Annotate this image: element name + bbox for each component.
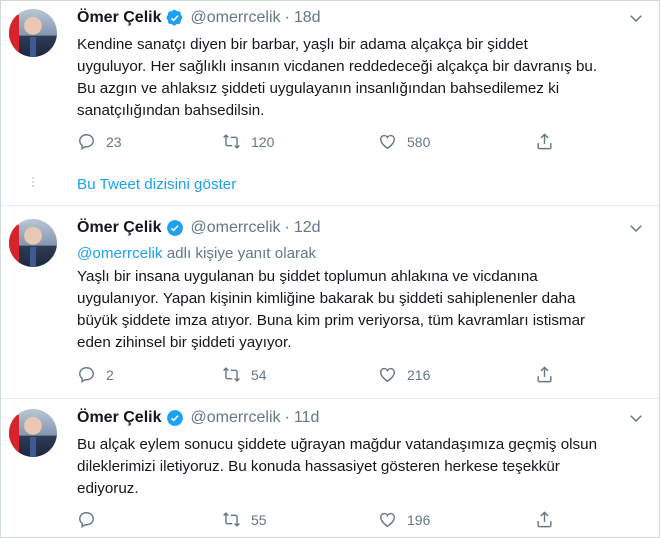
like-button[interactable]: 196 <box>378 510 430 529</box>
avatar[interactable] <box>9 9 57 57</box>
share-button[interactable] <box>535 365 554 384</box>
author-name[interactable]: Ömer Çelik <box>77 409 161 427</box>
reply-button[interactable]: 2 <box>77 365 114 384</box>
heart-icon <box>380 134 395 150</box>
show-thread-link[interactable]: Bu Tweet dizisini göster <box>77 176 236 193</box>
author-name[interactable]: Ömer Çelik <box>77 9 161 27</box>
like-count: 580 <box>407 133 431 150</box>
reply-context-text: adlı kişiye yanıt olarak <box>166 245 317 262</box>
verified-badge-icon <box>167 220 184 236</box>
tweet-text-line: Bu azgın ve ahlaksız şiddeti uygulayanın… <box>77 80 560 97</box>
tweet-text-line: ediyoruz. <box>77 480 139 497</box>
avatar[interactable] <box>9 409 57 457</box>
heart-icon <box>380 512 395 528</box>
tie-decoration <box>30 437 36 457</box>
chevron-down-icon[interactable] <box>627 9 645 27</box>
thread-dots <box>31 175 35 189</box>
share-icon <box>537 511 552 528</box>
tweet-text-line: büyük şiddete imza atıyor. Buna kim prim… <box>77 312 586 329</box>
like-button[interactable]: 580 <box>378 132 430 151</box>
verified-badge-icon <box>166 9 183 26</box>
author-handle[interactable]: @omerrcelik <box>190 9 280 27</box>
like-button[interactable]: 216 <box>378 365 430 384</box>
chevron-down-icon[interactable] <box>627 409 645 427</box>
retweet-icon <box>223 134 240 149</box>
avatar[interactable] <box>9 219 57 267</box>
tweet-text: Kendine sanatçı diyen bir barbar, yaşlı … <box>77 34 647 122</box>
separator-dot: · <box>284 9 290 26</box>
reply-context: @omerrcelik adlı kişiye yanıt olarak <box>77 243 316 265</box>
tweet-actions: 23 120 580 <box>77 132 577 154</box>
reply-icon <box>79 512 94 528</box>
tweet-text-line: eden zihinsel bir şiddeti yayıyor. <box>77 334 292 351</box>
retweet-count: 120 <box>251 133 275 150</box>
like-count: 216 <box>407 366 431 383</box>
like-count: 196 <box>407 511 431 528</box>
reply-icon <box>79 367 94 383</box>
tweet-actions: 2 54 216 <box>77 365 577 387</box>
tweet-text-line: uygulanıyor. Yapan kişinin kimliğine bak… <box>77 290 576 307</box>
author-handle[interactable]: @omerrcelik <box>190 219 280 237</box>
tweet-text-line: Kendine sanatçı diyen bir barbar, yaşlı … <box>77 36 528 53</box>
tweet-time[interactable]: 12d <box>294 219 321 237</box>
retweet-button[interactable]: 55 <box>222 510 267 529</box>
separator-dot: · <box>284 219 290 236</box>
tweet-text-line: sanatçılığından bahsedilsin. <box>77 102 265 119</box>
reply-button[interactable]: 23 <box>77 132 122 151</box>
author-handle[interactable]: @omerrcelik <box>190 409 280 427</box>
retweet-icon <box>223 367 240 382</box>
tweet-header: Ömer Çelik @omerrcelik · 11d <box>77 407 319 429</box>
reply-button[interactable] <box>77 510 96 529</box>
reply-icon <box>79 134 94 150</box>
tweet-header: Ömer Çelik @omerrcelik · 18d <box>77 7 321 29</box>
share-button[interactable] <box>535 510 554 529</box>
tweet-text: Bu alçak eylem sonucu şiddete uğrayan ma… <box>77 434 647 500</box>
share-button[interactable] <box>535 132 554 151</box>
retweet-count: 54 <box>251 366 267 383</box>
tie-decoration <box>30 37 36 57</box>
heart-icon <box>380 367 395 383</box>
reply-count: 23 <box>106 133 122 150</box>
chevron-down-icon[interactable] <box>627 219 645 237</box>
retweet-icon <box>223 512 240 527</box>
tweet-timeline: Ömer Çelik @omerrcelik · 18d Kendine san… <box>0 0 660 538</box>
share-icon <box>537 133 552 150</box>
tweet-time[interactable]: 11d <box>294 409 320 427</box>
flag-decoration <box>9 415 19 455</box>
divider <box>1 205 659 206</box>
tweet-text-line: uyguluyor. Her sağlıklı insanın vicdanen… <box>77 58 598 75</box>
verified-badge-icon <box>167 410 184 426</box>
tweet-header: Ömer Çelik @omerrcelik · 12d <box>77 217 321 239</box>
reply-mention-link[interactable]: @omerrcelik <box>77 245 162 262</box>
retweet-button[interactable]: 120 <box>222 132 274 151</box>
flag-decoration <box>9 15 19 55</box>
share-icon <box>537 366 552 383</box>
tweet-actions: 55 196 <box>77 510 577 532</box>
flag-decoration <box>9 225 19 265</box>
divider <box>1 398 659 399</box>
reply-count: 2 <box>106 366 114 383</box>
separator-dot: · <box>284 409 290 426</box>
tie-decoration <box>30 247 36 267</box>
retweet-count: 55 <box>251 511 267 528</box>
tweet-text-line: Bu alçak eylem sonucu şiddete uğrayan ma… <box>77 436 598 453</box>
tweet-text-line: dileklerimizi iletiyoruz. Bu konuda hass… <box>77 458 560 475</box>
retweet-button[interactable]: 54 <box>222 365 267 384</box>
tweet-text-line: Yaşlı bir insana uygulanan bu şiddet top… <box>77 268 538 285</box>
tweet-text: Yaşlı bir insana uygulanan bu şiddet top… <box>77 266 647 354</box>
author-name[interactable]: Ömer Çelik <box>77 219 161 237</box>
tweet-time[interactable]: 18d <box>294 9 321 27</box>
